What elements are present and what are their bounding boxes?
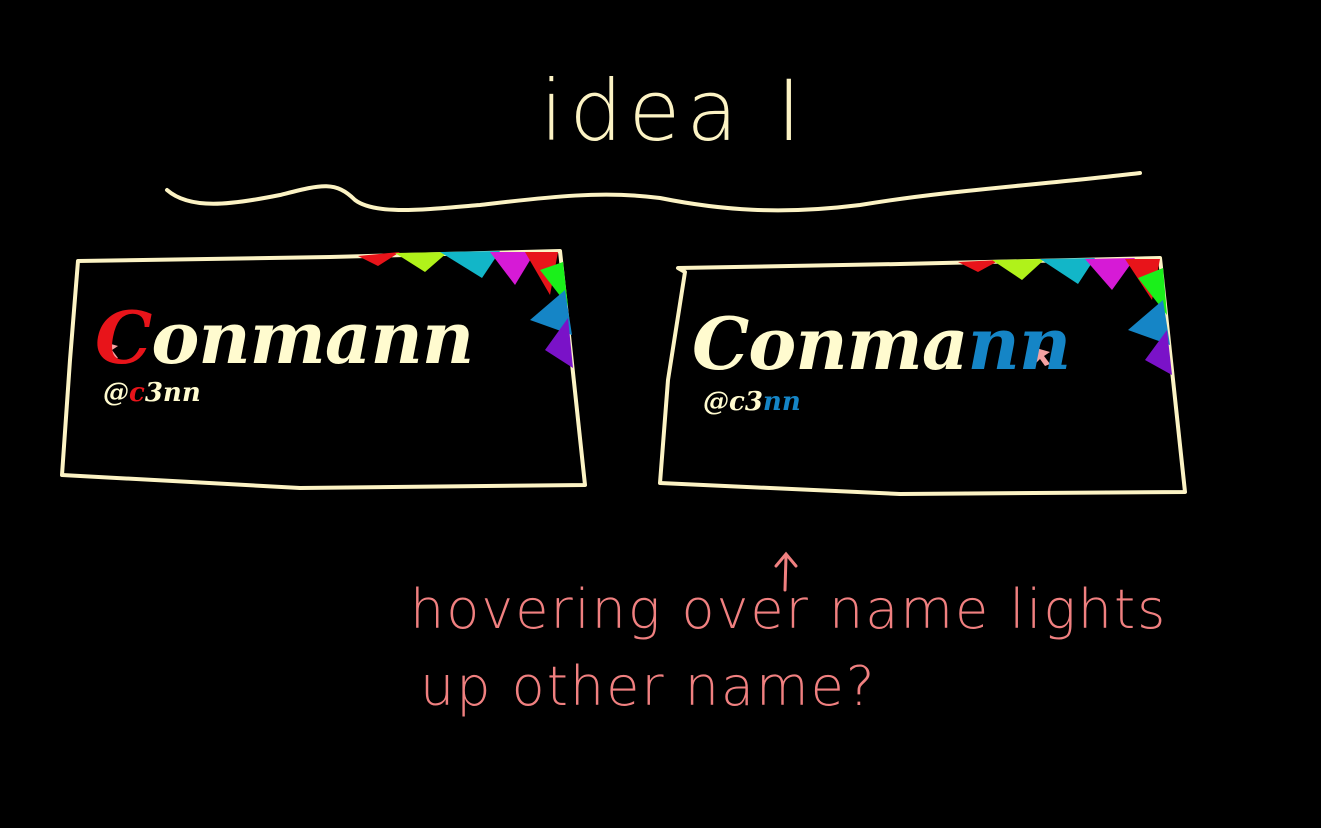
- title-underline: [165, 171, 1142, 213]
- card-left-name: Conmann: [95, 295, 474, 380]
- card-left-name-highlight: C: [95, 295, 152, 380]
- card-right-name-highlight: nn: [967, 301, 1072, 386]
- card-left-handle-rest: 3nn: [144, 378, 201, 408]
- card-right-handle-plain: @c3: [703, 387, 763, 417]
- card-left-handle-highlight: c: [129, 378, 145, 408]
- note-line-1: hovering over name lights: [410, 578, 1168, 641]
- card-left-handle-prefix: @: [103, 378, 129, 408]
- card-right-name-plain: Conma: [692, 301, 969, 386]
- note-line-2: up other name?: [420, 655, 877, 718]
- card-left-handle: @c3nn: [103, 378, 201, 408]
- page-title: idea I: [540, 62, 808, 160]
- card-left-name-rest: onmann: [151, 295, 474, 380]
- card-right-name: Conmann: [692, 301, 1072, 386]
- card-right-handle: @c3nn: [703, 387, 801, 417]
- card-right-handle-highlight: nn: [762, 387, 801, 417]
